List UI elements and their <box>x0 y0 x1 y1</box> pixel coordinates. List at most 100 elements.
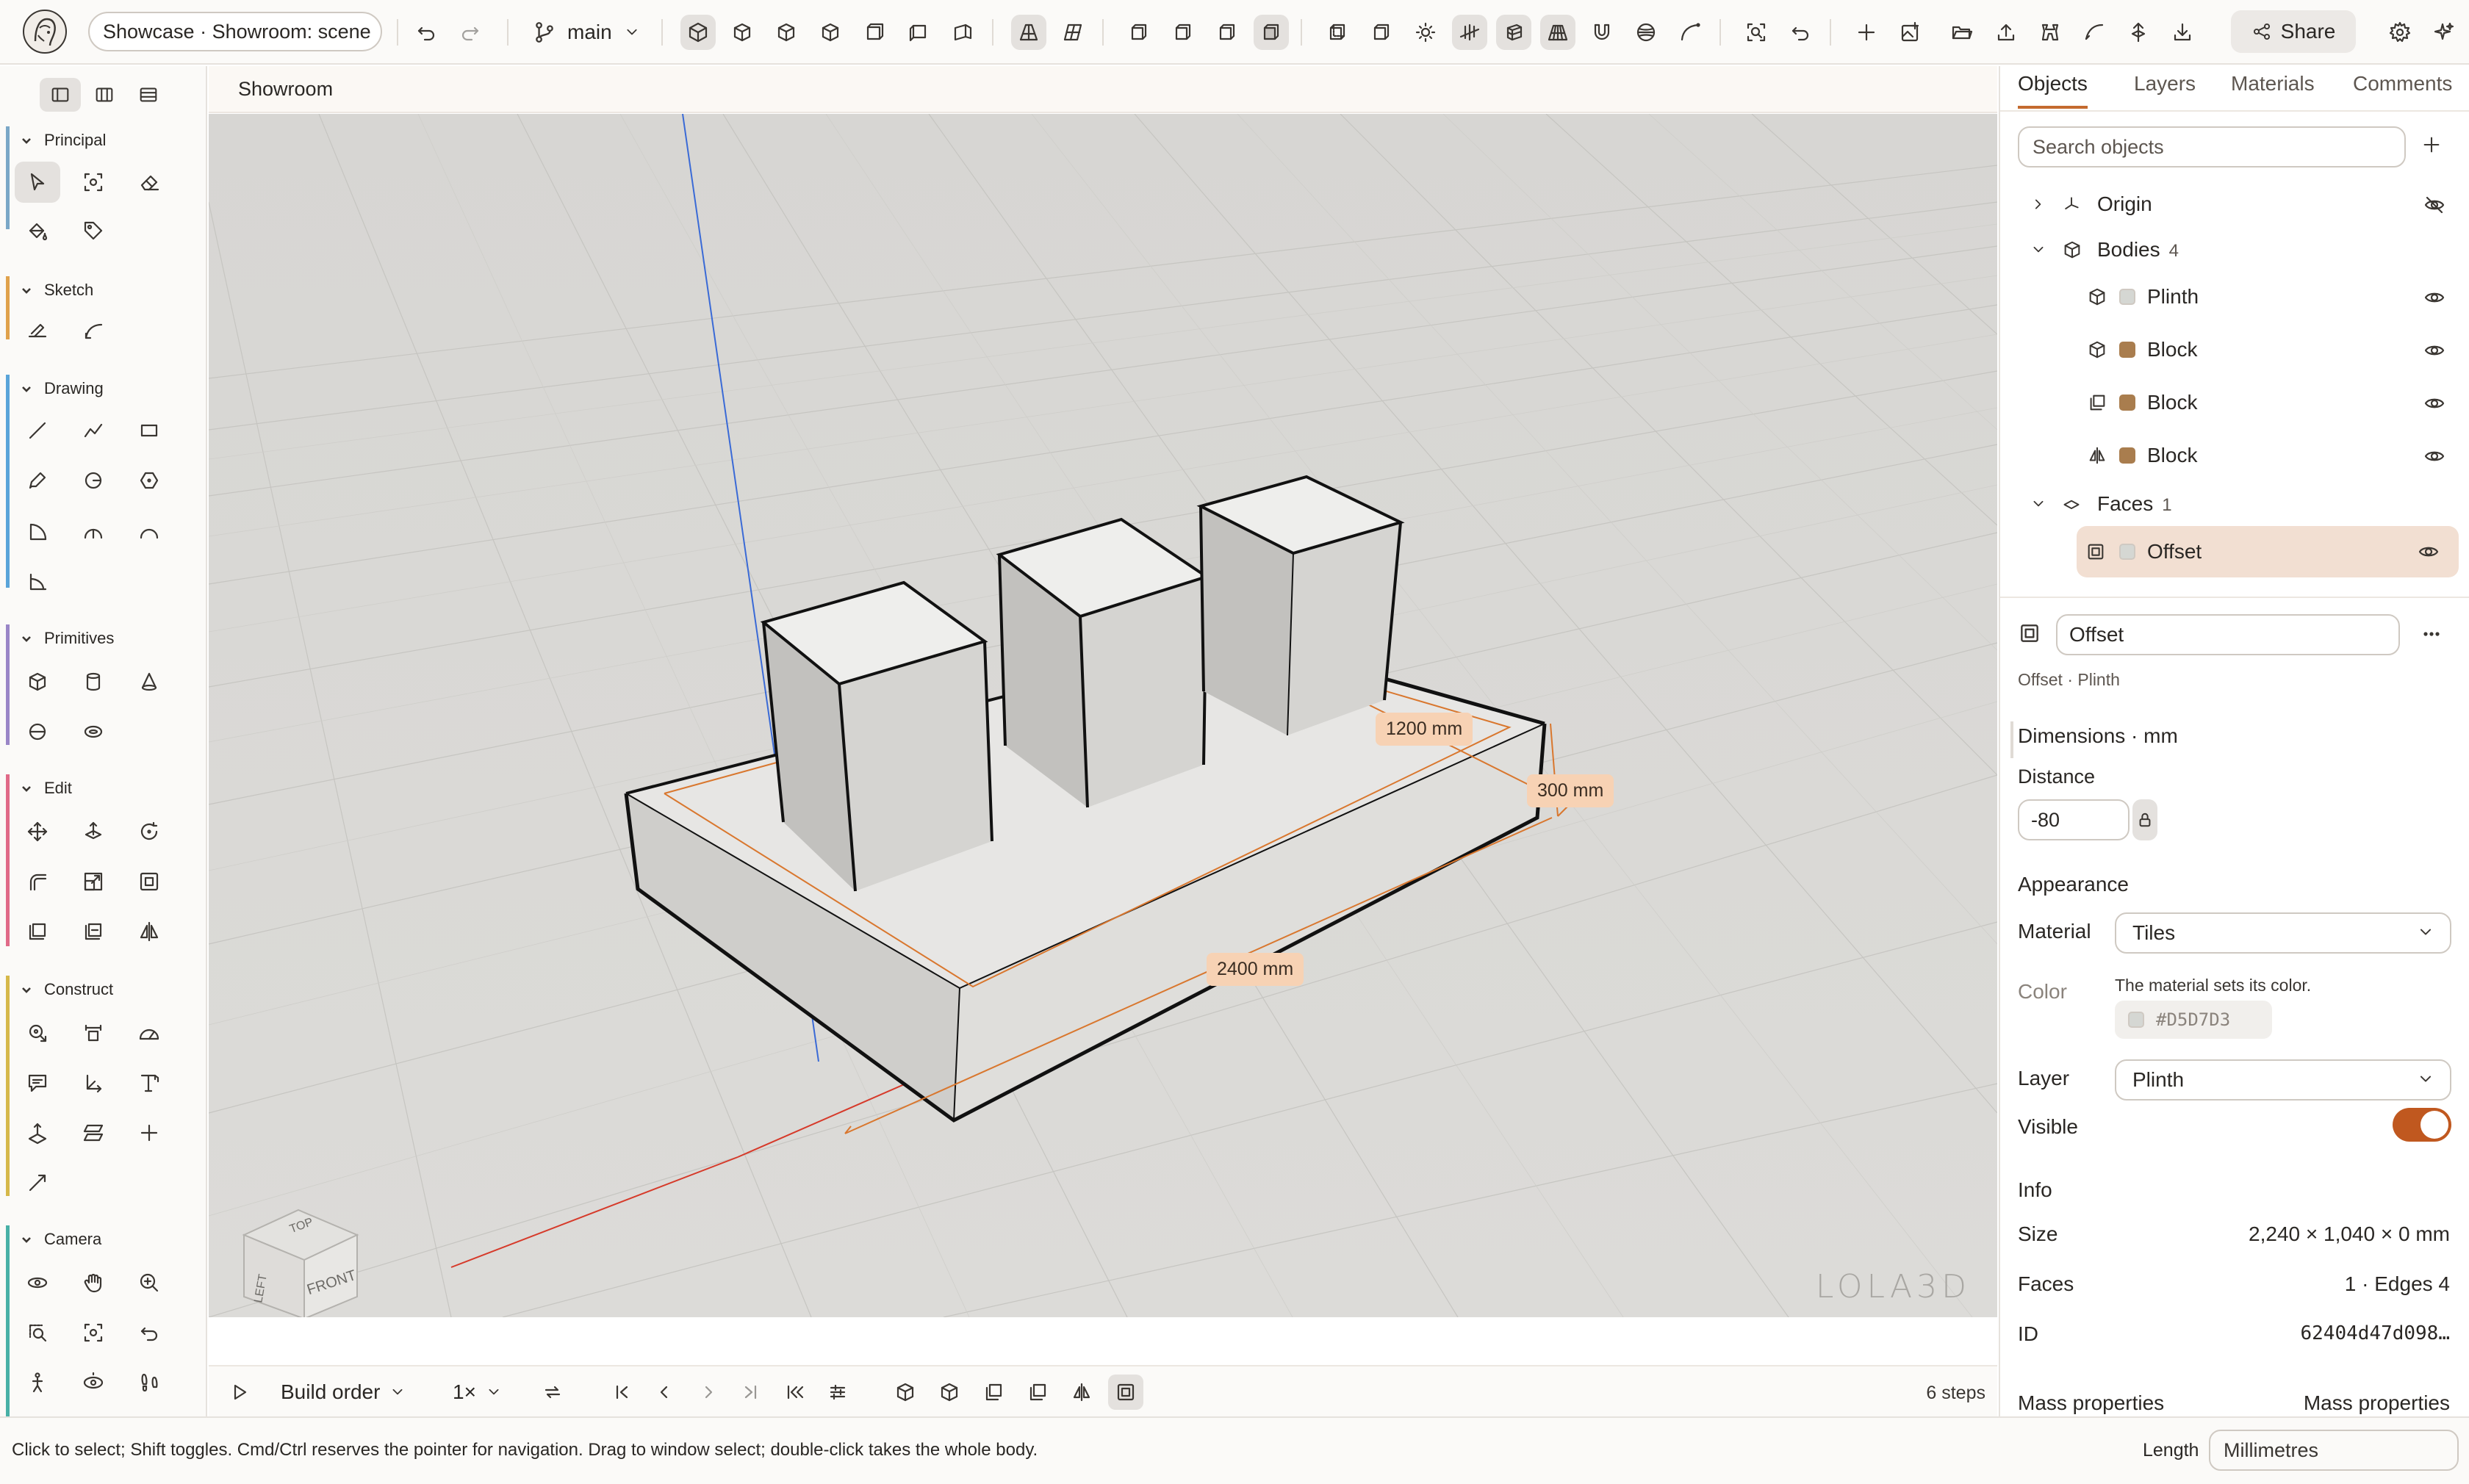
timeline-mode-select[interactable]: Build order <box>281 1375 406 1410</box>
paint-bucket-icon[interactable] <box>15 210 60 251</box>
text-label-icon[interactable] <box>15 1062 60 1103</box>
wireframe-icon[interactable] <box>1320 15 1355 50</box>
eye-off-icon[interactable] <box>2423 194 2445 216</box>
focus-tool-icon[interactable] <box>71 162 116 203</box>
offset-tool-icon[interactable] <box>126 861 172 902</box>
dimension-tool-icon[interactable] <box>71 1012 116 1053</box>
branch-selector[interactable]: main <box>532 15 641 50</box>
protractor-icon[interactable] <box>126 1012 172 1053</box>
scale-tool-icon[interactable] <box>71 861 116 902</box>
redo-icon[interactable] <box>453 15 488 50</box>
layers-stack-icon[interactable] <box>1496 15 1531 50</box>
move-tool-icon[interactable] <box>15 811 60 852</box>
curve-tool-icon[interactable] <box>2077 15 2112 50</box>
download-icon[interactable] <box>2165 15 2200 50</box>
section-plane-tool-icon[interactable] <box>15 1112 60 1153</box>
search-input[interactable]: Search objects <box>2018 126 2406 168</box>
tree-item-block[interactable]: Block <box>2000 432 2469 479</box>
scene-canvas[interactable] <box>209 114 1997 1317</box>
playback-speed-select[interactable]: 1× <box>453 1375 503 1410</box>
pan-hand-icon[interactable] <box>71 1262 116 1303</box>
guide-plane-icon[interactable] <box>71 1112 116 1153</box>
step-back-icon[interactable] <box>647 1375 682 1410</box>
rotate-tool-icon[interactable] <box>126 811 172 852</box>
push-pull-icon[interactable] <box>71 811 116 852</box>
polyline-tool-icon[interactable] <box>71 410 116 451</box>
tree-item-faces[interactable]: Faces 1 <box>2000 480 2469 527</box>
tag-icon[interactable] <box>71 210 116 251</box>
arc-icon[interactable] <box>1672 15 1708 50</box>
guide-point-icon[interactable] <box>126 1112 172 1153</box>
section-header[interactable]: Camera <box>19 1230 101 1249</box>
block-body-2[interactable] <box>996 517 1210 808</box>
parallel-icon[interactable] <box>1055 15 1090 50</box>
tree-item-origin[interactable]: Origin <box>2000 181 2469 228</box>
tree-item-block[interactable]: Block <box>2000 326 2469 373</box>
cube-iso-view-icon[interactable] <box>680 15 716 50</box>
eye-icon[interactable] <box>2423 339 2445 361</box>
settings-icon[interactable] <box>2382 15 2418 50</box>
visible-toggle[interactable] <box>2393 1108 2451 1142</box>
chevron-down-icon[interactable] <box>2030 495 2047 513</box>
step-forward-icon[interactable] <box>691 1375 726 1410</box>
pencil-tool-icon[interactable] <box>15 460 60 501</box>
step-mirror-icon[interactable] <box>1064 1375 1099 1410</box>
orbit-icon[interactable] <box>15 1262 60 1303</box>
sphere-primitive-icon[interactable] <box>15 711 60 752</box>
axes-tool-icon[interactable] <box>71 1062 116 1103</box>
chevron-down-icon[interactable] <box>2030 241 2047 259</box>
step-duplicate-icon[interactable] <box>1020 1375 1055 1410</box>
3d-text-icon[interactable] <box>126 1062 172 1103</box>
circle-tool-icon[interactable] <box>71 460 116 501</box>
app-logo[interactable] <box>22 9 68 54</box>
layer-select[interactable]: Plinth <box>2115 1059 2451 1101</box>
cube-top-icon[interactable] <box>769 15 804 50</box>
walk-icon[interactable] <box>15 1362 60 1403</box>
guide-line-icon[interactable] <box>15 1162 60 1203</box>
section-header[interactable]: Principal <box>19 131 106 150</box>
magnet-icon[interactable] <box>1584 15 1620 50</box>
copy-array-icon[interactable] <box>15 911 60 952</box>
quarter-arc-icon[interactable] <box>15 511 60 552</box>
cone-primitive-icon[interactable] <box>126 661 172 702</box>
add-object-icon[interactable] <box>2421 134 2443 156</box>
dimension-label-height[interactable]: 300 mm <box>1527 774 1614 807</box>
chevron-right-icon[interactable] <box>2030 195 2047 213</box>
object-name-input[interactable]: Offset <box>2056 614 2400 655</box>
eraser-icon[interactable] <box>126 162 172 203</box>
pie-tool-icon[interactable] <box>15 561 60 602</box>
layout-sidebar-icon[interactable] <box>40 78 81 112</box>
move-shape-icon[interactable] <box>2121 15 2156 50</box>
folder-open-icon[interactable] <box>1944 15 1980 50</box>
duplicate-icon[interactable] <box>71 911 116 952</box>
distance-input[interactable]: -80 <box>2018 799 2130 840</box>
more-options-icon[interactable] <box>2421 623 2443 645</box>
tree-item-offset[interactable]: Offset <box>2077 526 2459 577</box>
layout-rows-icon[interactable] <box>128 78 169 112</box>
previous-view-icon[interactable] <box>126 1312 172 1353</box>
eye-icon[interactable] <box>2423 287 2445 309</box>
zoom-extents-icon[interactable] <box>71 1312 116 1353</box>
tab-objects[interactable]: Objects <box>2018 72 2088 109</box>
material-select[interactable]: Tiles <box>2115 912 2451 954</box>
step-block-icon[interactable] <box>932 1375 967 1410</box>
section-header[interactable]: Sketch <box>19 281 93 300</box>
tree-item-block[interactable]: Block <box>2000 379 2469 426</box>
fillet-tool-icon[interactable] <box>15 861 60 902</box>
tree-item-bodies[interactable]: Bodies 4 <box>2000 226 2469 273</box>
image-icon[interactable] <box>1893 15 1928 50</box>
section-header[interactable]: Construct <box>19 980 113 999</box>
cube-front-icon[interactable] <box>725 15 760 50</box>
skip-first-icon[interactable] <box>604 1375 639 1410</box>
frame-top-icon[interactable] <box>1210 15 1245 50</box>
skip-last-icon[interactable] <box>733 1375 769 1410</box>
lock-icon[interactable] <box>2132 799 2157 840</box>
loop-icon[interactable] <box>535 1375 570 1410</box>
rectangle-tool-icon[interactable] <box>126 410 172 451</box>
hidden-line-icon[interactable] <box>1364 15 1399 50</box>
dimension-label-width[interactable]: 2400 mm <box>1207 953 1304 986</box>
sun-icon[interactable] <box>1408 15 1443 50</box>
step-copy-icon[interactable] <box>976 1375 1011 1410</box>
tab-materials[interactable]: Materials <box>2231 72 2315 106</box>
frame-front-icon[interactable] <box>1121 15 1157 50</box>
